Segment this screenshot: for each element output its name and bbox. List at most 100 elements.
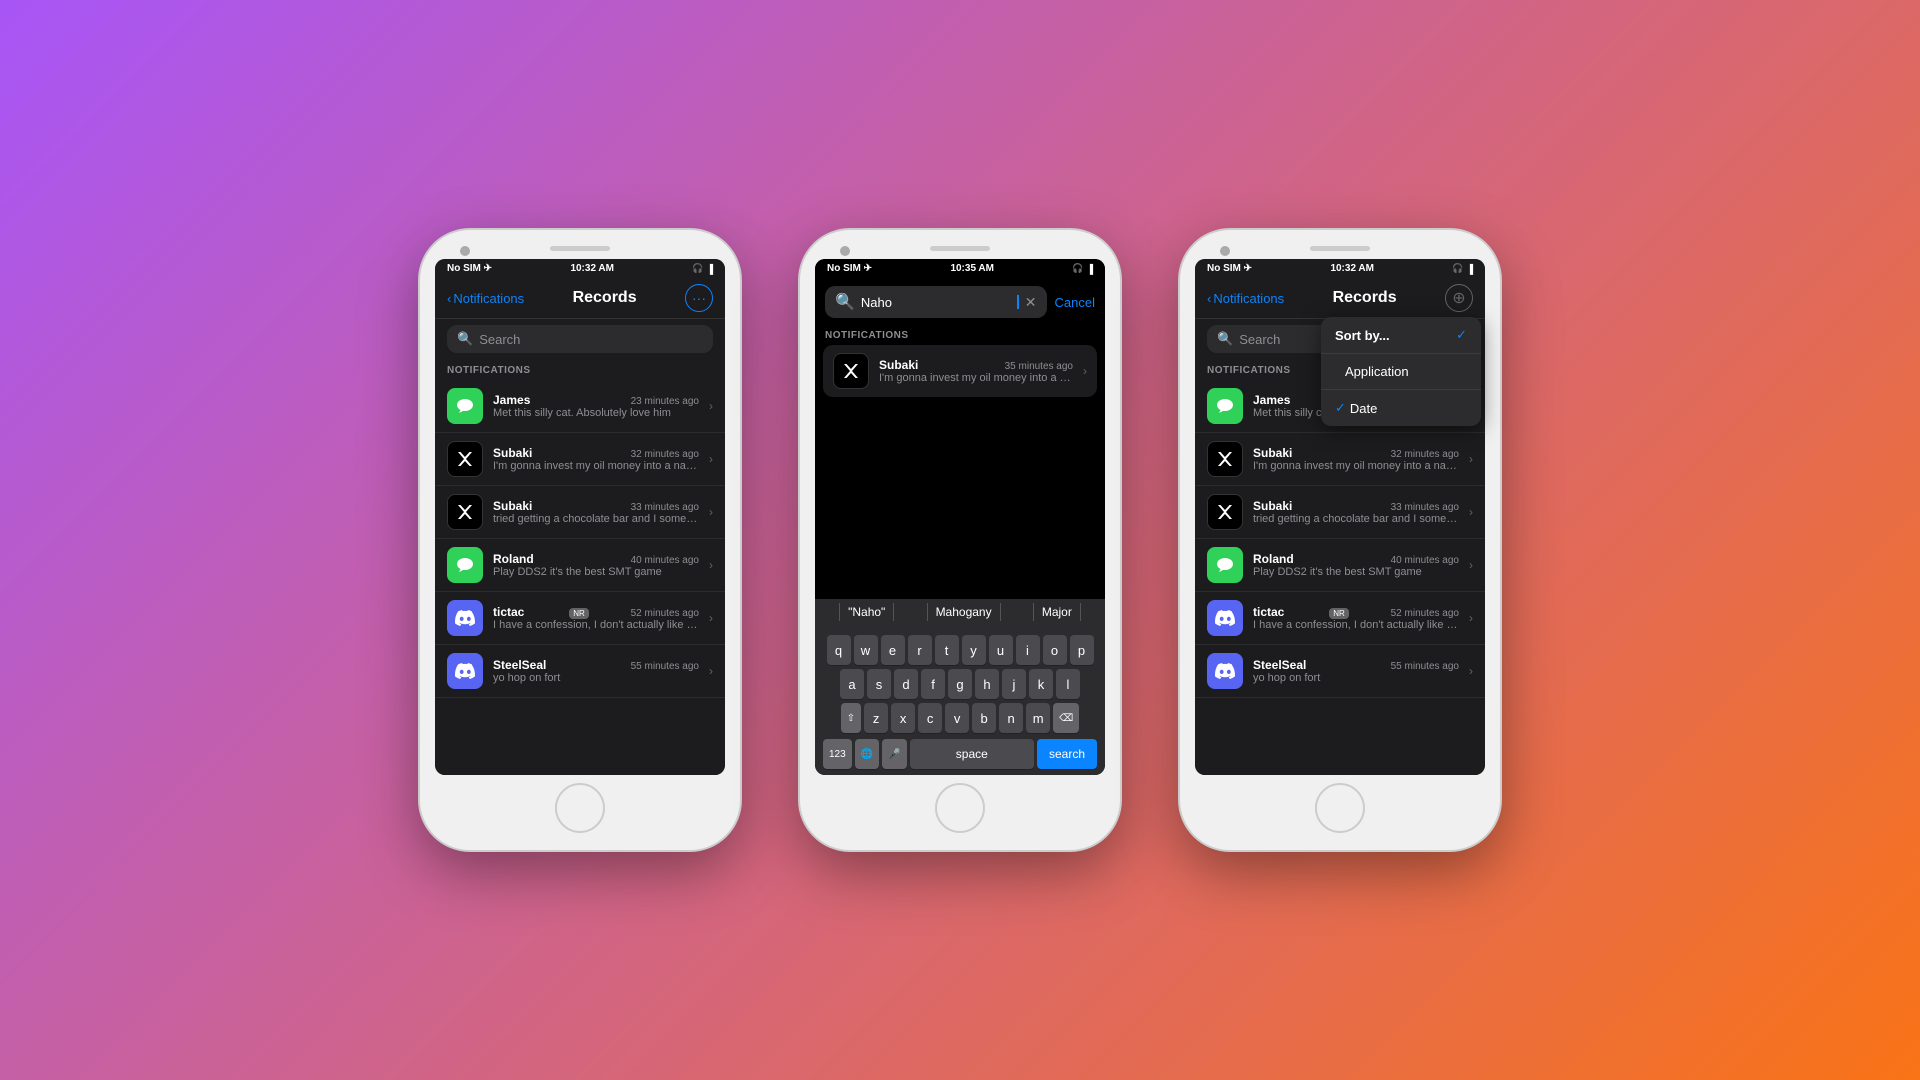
- key-y[interactable]: y: [962, 635, 986, 665]
- notif-item-roland-3[interactable]: Roland 40 minutes ago Play DDS2 it's the…: [1195, 539, 1485, 592]
- key-search[interactable]: search: [1037, 739, 1097, 769]
- notif-name-subaki-1-3: Subaki: [1253, 446, 1292, 460]
- notif-item-tictac-3[interactable]: tictac NR 52 minutes ago I have a confes…: [1195, 592, 1485, 645]
- key-j[interactable]: j: [1002, 669, 1026, 699]
- clear-icon[interactable]: ✕: [1025, 294, 1037, 311]
- dropdown-application[interactable]: Application: [1321, 354, 1481, 390]
- key-r[interactable]: r: [908, 635, 932, 665]
- suggestion-naho[interactable]: "Naho": [839, 603, 894, 621]
- notif-item-tictac[interactable]: tictac NR 52 minutes ago I have a confes…: [435, 592, 725, 645]
- dropdown-sort-by[interactable]: Sort by... ✓: [1321, 317, 1481, 354]
- phone-1-back-button[interactable]: ‹ Notifications: [447, 291, 524, 306]
- notif-item-steelseal-3[interactable]: SteelSeal 55 minutes ago yo hop on fort …: [1195, 645, 1485, 698]
- key-z[interactable]: z: [864, 703, 888, 733]
- discord-icon-4: [1207, 653, 1243, 689]
- key-e[interactable]: e: [881, 635, 905, 665]
- notif-name-james: James: [493, 393, 530, 407]
- phone-2-result-content: Subaki 35 minutes ago I'm gonna invest m…: [879, 358, 1073, 384]
- battery-icon: ▐: [707, 264, 713, 274]
- notif-name-tictac-3: tictac: [1253, 605, 1284, 619]
- key-q[interactable]: q: [827, 635, 851, 665]
- key-v[interactable]: v: [945, 703, 969, 733]
- key-x[interactable]: x: [891, 703, 915, 733]
- key-i[interactable]: i: [1016, 635, 1040, 665]
- notif-msg-subaki-1: I'm gonna invest my oil money into a nah…: [493, 460, 699, 472]
- key-d[interactable]: d: [894, 669, 918, 699]
- key-mic[interactable]: 🎤: [882, 739, 906, 769]
- key-s[interactable]: s: [867, 669, 891, 699]
- messages-icon: [447, 388, 483, 424]
- notif-msg-subaki-2-3: tried getting a chocolate bar and I some…: [1253, 513, 1459, 525]
- phone-3-back-button[interactable]: ‹ Notifications: [1207, 291, 1284, 306]
- key-shift[interactable]: ⇧: [841, 703, 861, 733]
- notif-item-subaki-1-3[interactable]: Subaki 32 minutes ago I'm gonna invest m…: [1195, 433, 1485, 486]
- battery-icon-2: ▐: [1087, 264, 1093, 274]
- phone-1: No SIM ✈ 10:32 AM 🎧 ▐ ‹ Notifications Re…: [420, 230, 740, 850]
- key-u[interactable]: u: [989, 635, 1013, 665]
- notif-msg-tictac: I have a confession, I don't actually li…: [493, 619, 699, 631]
- phone-2: No SIM ✈ 10:35 AM 🎧 ▐ 🔍 Naho ✕ Cancel NO…: [800, 230, 1120, 850]
- suggestion-major[interactable]: Major: [1033, 603, 1081, 621]
- notif-content-subaki-2-3: Subaki 33 minutes ago tried getting a ch…: [1253, 499, 1459, 525]
- phone-2-status-left: No SIM ✈: [827, 263, 872, 274]
- key-c[interactable]: c: [918, 703, 942, 733]
- key-delete[interactable]: ⌫: [1053, 703, 1079, 733]
- phone-2-home-button[interactable]: [935, 783, 985, 833]
- notif-content-steelseal-3: SteelSeal 55 minutes ago yo hop on fort: [1253, 658, 1459, 684]
- key-p[interactable]: p: [1070, 635, 1094, 665]
- phone-1-home-button[interactable]: [555, 783, 605, 833]
- key-f[interactable]: f: [921, 669, 945, 699]
- key-n[interactable]: n: [999, 703, 1023, 733]
- phone-3-camera: [1220, 246, 1230, 256]
- notif-item-subaki-2[interactable]: Subaki 33 minutes ago tried getting a ch…: [435, 486, 725, 539]
- sort-dropdown: Sort by... ✓ Application ✓ Date: [1321, 317, 1481, 426]
- phone-2-search-input[interactable]: 🔍 Naho ✕: [825, 286, 1047, 318]
- empty-area: [815, 397, 1105, 599]
- notif-item-james[interactable]: James 23 minutes ago Met this silly cat.…: [435, 380, 725, 433]
- notif-time-roland: 40 minutes ago: [631, 555, 699, 566]
- notif-msg-roland: Play DDS2 it's the best SMT game: [493, 566, 699, 578]
- key-k[interactable]: k: [1029, 669, 1053, 699]
- notif-item-steelseal[interactable]: SteelSeal 55 minutes ago yo hop on fort …: [435, 645, 725, 698]
- notif-time-james: 23 minutes ago: [631, 396, 699, 407]
- phone-1-more-button[interactable]: ···: [685, 284, 713, 312]
- phone-3-home-button[interactable]: [1315, 783, 1365, 833]
- phone-2-result-item[interactable]: Subaki 35 minutes ago I'm gonna invest m…: [823, 345, 1097, 397]
- key-m[interactable]: m: [1026, 703, 1050, 733]
- phone-3-title: Records: [1333, 289, 1397, 307]
- key-t[interactable]: t: [935, 635, 959, 665]
- notif-item-subaki-2-3[interactable]: Subaki 33 minutes ago tried getting a ch…: [1195, 486, 1485, 539]
- phone-3-search-placeholder: Search: [1239, 332, 1280, 347]
- notif-msg-steelseal: yo hop on fort: [493, 672, 699, 684]
- keyboard-row-2: a s d f g h j k l: [819, 669, 1101, 699]
- phone-1-status-bar: No SIM ✈ 10:32 AM 🎧 ▐: [435, 259, 725, 278]
- phone-1-status-right: 🎧 ▐: [692, 263, 713, 274]
- phone-2-cancel-button[interactable]: Cancel: [1055, 295, 1095, 310]
- phone-1-search-placeholder: Search: [479, 332, 520, 347]
- key-a[interactable]: a: [840, 669, 864, 699]
- notif-item-roland[interactable]: Roland 40 minutes ago Play DDS2 it's the…: [435, 539, 725, 592]
- chevron-left-icon-3: ‹: [1207, 291, 1211, 306]
- key-l[interactable]: l: [1056, 669, 1080, 699]
- key-o[interactable]: o: [1043, 635, 1067, 665]
- key-h[interactable]: h: [975, 669, 999, 699]
- x-icon-4: [1207, 494, 1243, 530]
- key-globe[interactable]: 🌐: [855, 739, 879, 769]
- notif-item-subaki-1[interactable]: Subaki 32 minutes ago I'm gonna invest m…: [435, 433, 725, 486]
- dropdown-date[interactable]: ✓ Date: [1321, 390, 1481, 426]
- keyboard-row-3: ⇧ z x c v b n m ⌫: [819, 703, 1101, 733]
- notif-msg-subaki-1-3: I'm gonna invest my oil money into a nah…: [1253, 460, 1459, 472]
- phone-3-more-button[interactable]: ⊕: [1445, 284, 1473, 312]
- key-w[interactable]: w: [854, 635, 878, 665]
- suggestion-mahogany[interactable]: Mahogany: [927, 603, 1001, 621]
- chevron-right-icon-10: ›: [1469, 558, 1473, 572]
- key-space[interactable]: space: [910, 739, 1034, 769]
- chevron-right-icon-12: ›: [1469, 664, 1473, 678]
- chevron-right-icon-11: ›: [1469, 611, 1473, 625]
- headphones-icon-3: 🎧: [1452, 263, 1463, 274]
- phone-2-top: [800, 242, 1120, 259]
- phone-1-search-input[interactable]: 🔍 Search: [447, 325, 713, 353]
- key-b[interactable]: b: [972, 703, 996, 733]
- key-g[interactable]: g: [948, 669, 972, 699]
- key-123[interactable]: 123: [823, 739, 852, 769]
